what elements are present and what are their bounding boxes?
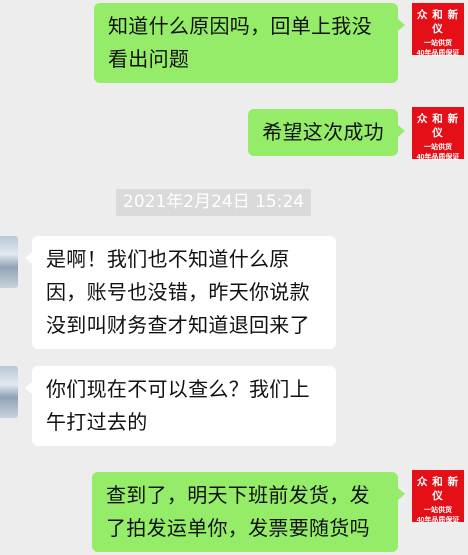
avatar-brand-tagline: 40年品质保证	[416, 50, 460, 57]
avatar[interactable]: 众 和 新 仪 一站供货 40年品质保证	[412, 470, 464, 524]
message-bubble-sent[interactable]: 查到了，明天下班前发货，发了拍发运单你，发票要随货吗	[92, 472, 405, 552]
avatar[interactable]	[0, 366, 18, 418]
message-text: 你们现在不可以查么？我们上午打过去的	[46, 377, 310, 434]
avatar-brand-slogan: 一站供货	[424, 40, 452, 47]
avatar-brand-name: 众 和 新 仪	[416, 476, 460, 502]
avatar-brand-name: 众 和 新 仪	[416, 113, 460, 139]
chat-view: 知道什么原因吗，回单上我没看出问题 众 和 新 仪 一站供货 40年品质保证 希…	[0, 0, 468, 555]
avatar[interactable]: 众 和 新 仪 一站供货 40年品质保证	[412, 3, 464, 57]
message-text: 是啊！我们也不知道什么原因，账号也没错，昨天你说款没到叫财务查才知道退回来了	[46, 247, 310, 337]
message-bubble-sent[interactable]: 知道什么原因吗，回单上我没看出问题	[94, 3, 405, 83]
message-bubble-sent[interactable]: 希望这次成功	[248, 109, 405, 156]
timestamp-divider: 2021年2月24日 15:24	[116, 189, 312, 216]
avatar-brand-tagline: 40年品质保证	[416, 517, 460, 524]
avatar-brand-name: 众 和 新 仪	[416, 9, 460, 35]
avatar-brand-slogan: 一站供货	[424, 144, 452, 151]
message-text: 希望这次成功	[262, 120, 384, 144]
message-bubble-received[interactable]: 你们现在不可以查么？我们上午打过去的	[25, 366, 336, 446]
avatar-brand-tagline: 40年品质保证	[416, 154, 460, 161]
avatar-brand-slogan: 一站供货	[424, 507, 452, 514]
message-text: 查到了，明天下班前发货，发了拍发运单你，发票要随货吗	[106, 483, 370, 540]
message-text: 知道什么原因吗，回单上我没看出问题	[108, 14, 372, 71]
avatar[interactable]	[0, 236, 18, 288]
avatar[interactable]: 众 和 新 仪 一站供货 40年品质保证	[412, 107, 464, 161]
message-bubble-received[interactable]: 是啊！我们也不知道什么原因，账号也没错，昨天你说款没到叫财务查才知道退回来了	[25, 236, 336, 349]
